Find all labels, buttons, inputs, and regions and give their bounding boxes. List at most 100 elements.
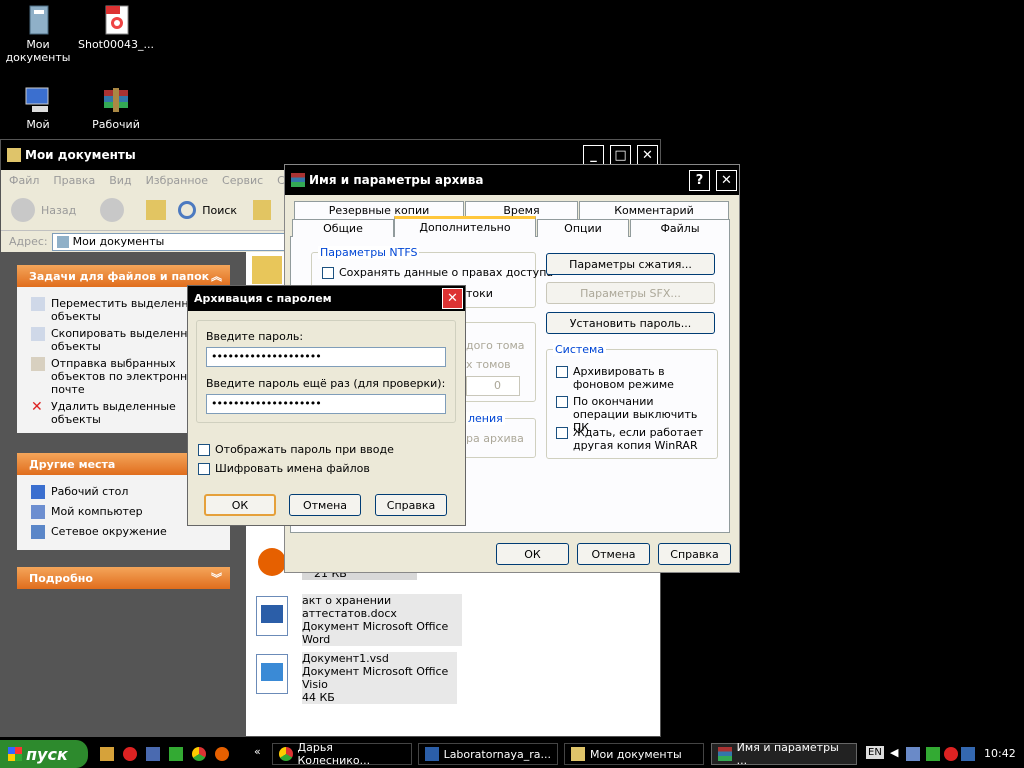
wait-checkbox[interactable]: Ждать, если работает другая копия WinRAR: [556, 426, 711, 452]
close-icon[interactable]: ✕: [716, 169, 737, 191]
taskbar-task[interactable]: Дарья Колеснико...: [272, 741, 412, 767]
taskbar-task[interactable]: Laboratornaya_ra...: [418, 743, 558, 765]
language-indicator[interactable]: EN: [866, 746, 884, 759]
tab-files[interactable]: Файлы: [630, 219, 730, 237]
quicklaunch-icon[interactable]: [146, 747, 160, 761]
tab-options[interactable]: Опции: [537, 219, 629, 237]
firefox-icon[interactable]: [215, 747, 229, 761]
folders-icon[interactable]: [253, 200, 272, 220]
chrome-icon[interactable]: [192, 747, 206, 761]
checkbox-box[interactable]: [198, 444, 210, 456]
close-icon[interactable]: ✕: [637, 144, 658, 166]
system-group-label: Система: [553, 343, 607, 356]
quicklaunch-icon[interactable]: [169, 747, 183, 761]
maximize-icon[interactable]: □: [610, 144, 631, 166]
partial-folder-icon: [252, 256, 282, 284]
place-network[interactable]: Сетевое окружение: [31, 525, 167, 539]
forward-arrow-icon[interactable]: [100, 198, 125, 222]
tray-arrow-icon[interactable]: ◀: [890, 746, 898, 759]
desktop-icon-label: Shot00043_...: [78, 38, 154, 51]
tab-advanced[interactable]: Дополнительно: [394, 216, 536, 237]
compression-settings-button[interactable]: Параметры сжатия...: [546, 253, 715, 275]
reenter-password-label: Введите пароль ещё раз (для проверки):: [206, 377, 446, 390]
file-item[interactable]: Документ1.vsd Документ Microsoft Office …: [250, 652, 465, 704]
start-button[interactable]: пуск: [0, 740, 88, 768]
chrome-icon: [279, 747, 293, 761]
minimize-icon[interactable]: _: [583, 144, 604, 166]
archive-titlebar[interactable]: Имя и параметры архива ? ✕: [285, 165, 739, 195]
enter-password-field[interactable]: ••••••••••••••••••••: [206, 347, 446, 367]
opera-icon[interactable]: [123, 747, 137, 761]
menu-view[interactable]: Вид: [109, 174, 131, 187]
password-titlebar[interactable]: Архивация с паролем ✕: [188, 286, 465, 311]
menu-file[interactable]: Файл: [9, 174, 39, 187]
menu-edit[interactable]: Правка: [53, 174, 95, 187]
desktop-icon-rabochiy[interactable]: Рабочий: [78, 84, 154, 131]
tab-general[interactable]: Общие: [292, 219, 394, 237]
quicklaunch-icon[interactable]: [100, 747, 114, 761]
checkbox-box[interactable]: [556, 366, 568, 378]
file-item[interactable]: акт о хранении аттестатов.docx Документ …: [250, 594, 465, 646]
encrypt-names-checkbox[interactable]: Шифровать имена файлов: [198, 462, 370, 475]
show-password-checkbox[interactable]: Отображать пароль при вводе: [198, 443, 394, 456]
sfx-settings-button[interactable]: Параметры SFX...: [546, 282, 715, 304]
tray-icon[interactable]: [906, 747, 920, 761]
checkbox-box[interactable]: [322, 267, 334, 279]
taskbar: пуск « Дарья Колеснико... Laboratornaya_…: [0, 740, 1024, 768]
password-cancel-button[interactable]: Отмена: [289, 494, 361, 516]
expand-icon[interactable]: ︾: [211, 570, 222, 586]
desktop-icon-my-documents[interactable]: Мои документы: [0, 4, 76, 64]
opera-tray-icon[interactable]: [944, 747, 958, 761]
jpg-file-icon: [100, 4, 132, 36]
move-icon: [31, 297, 45, 311]
address-label: Адрес:: [9, 235, 48, 248]
desktop-icon-shot[interactable]: Shot00043_...: [78, 4, 154, 51]
file-type: Документ Microsoft Office Word: [302, 620, 449, 646]
desktop-icon-my-computer[interactable]: Мой: [0, 84, 76, 131]
taskbar-task[interactable]: Мои документы: [564, 743, 704, 765]
tab-comment[interactable]: Комментарий: [579, 201, 729, 219]
background-checkbox[interactable]: Архивировать в фоновом режиме: [556, 365, 711, 391]
place-desktop[interactable]: Рабочий стол: [31, 485, 128, 499]
word-doc-icon: [256, 596, 288, 636]
set-password-button[interactable]: Установить пароль...: [546, 312, 715, 334]
archive-ok-button[interactable]: ОК: [496, 543, 569, 565]
password-ok-button[interactable]: ОК: [204, 494, 276, 516]
checkbox-box[interactable]: [198, 463, 210, 475]
archive-help-button[interactable]: Справка: [658, 543, 731, 565]
copy-icon: [31, 327, 45, 341]
tray-icon[interactable]: [961, 747, 975, 761]
ntfs-save-checkbox[interactable]: Сохранять данные о правах доступа: [322, 266, 553, 279]
password-title: Архивация с паролем: [194, 292, 332, 305]
details-header[interactable]: Подробно ︾: [17, 567, 230, 589]
recovery-partial-label: ления: [466, 412, 505, 425]
collapse-icon[interactable]: ︽: [211, 268, 222, 284]
checkbox-box[interactable]: [556, 396, 568, 408]
ntfs-group-label: Параметры NTFS: [318, 246, 420, 259]
menu-favorites[interactable]: Избранное: [146, 174, 208, 187]
ntfs-partial-label: токи: [466, 287, 493, 300]
delete-x-icon: ✕: [31, 399, 43, 415]
expand-arrows-icon[interactable]: «: [254, 745, 261, 758]
reenter-password-field[interactable]: ••••••••••••••••••••: [206, 394, 446, 414]
volume-spin[interactable]: 0: [466, 376, 520, 396]
tasks-header[interactable]: Задачи для файлов и папок ︽: [17, 265, 230, 287]
back-arrow-icon[interactable]: [11, 198, 35, 222]
details-panel: Подробно ︾: [17, 567, 230, 589]
checkbox-box[interactable]: [556, 427, 568, 439]
taskbar-task-active[interactable]: Имя и параметры ...: [711, 741, 857, 767]
close-icon[interactable]: ✕: [442, 288, 463, 309]
password-help-button[interactable]: Справка: [375, 494, 447, 516]
network-icon: [31, 525, 45, 539]
visio-doc-icon: [256, 654, 288, 694]
place-my-computer[interactable]: Мой компьютер: [31, 505, 143, 519]
archive-cancel-button[interactable]: Отмена: [577, 543, 650, 565]
up-folder-icon[interactable]: [146, 200, 167, 220]
search-icon[interactable]: [178, 201, 197, 219]
search-label[interactable]: Поиск: [202, 204, 237, 217]
help-icon[interactable]: ?: [689, 169, 710, 191]
tray-icon[interactable]: [926, 747, 940, 761]
volume-partial-label: дого тома: [466, 339, 525, 352]
back-label[interactable]: Назад: [41, 204, 76, 217]
menu-tools[interactable]: Сервис: [222, 174, 263, 187]
